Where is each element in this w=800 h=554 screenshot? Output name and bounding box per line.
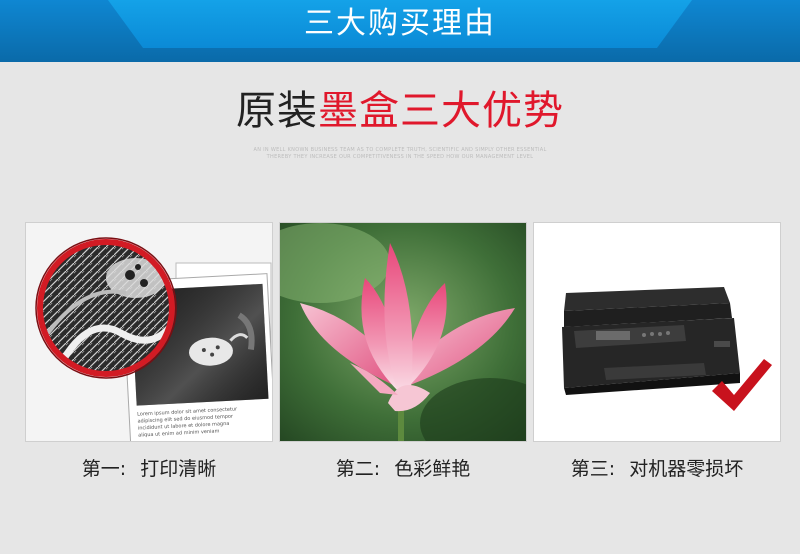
- printer-safe-photo: [533, 222, 781, 442]
- reason-1: 第一: 打印清晰: [25, 455, 273, 483]
- reason-2: 第二: 色彩鲜艳: [279, 455, 527, 483]
- printer-illustration: [534, 223, 780, 441]
- reason-1-text: 打印清晰: [140, 458, 217, 480]
- banner-title: 三大购买理由: [304, 6, 496, 41]
- vivid-color-photo: [279, 222, 527, 442]
- headline: 原装墨盒三大优势: [0, 84, 800, 138]
- headline-black: 原装: [236, 88, 318, 134]
- reason-3-prefix: 第三:: [570, 458, 616, 480]
- fine-print-line-1: AN IN WELL KNOWN BUSINESS TEAM AS TO COM…: [253, 147, 547, 153]
- reason-1-prefix: 第一:: [81, 458, 127, 480]
- lotus-illustration: [280, 223, 526, 441]
- reason-2-text: 色彩鲜艳: [394, 458, 471, 480]
- clear-print-illustration: Lorem ipsum dolor sit amet consectetur a…: [26, 223, 272, 441]
- reason-2-prefix: 第二:: [335, 458, 381, 480]
- headline-red: 墨盒三大优势: [318, 88, 564, 134]
- reason-3-text: 对机器零损坏: [629, 458, 744, 480]
- fine-print-line-2: THEREBY THEY INCREASE OUR COMPETITIVENES…: [266, 154, 534, 160]
- clear-print-photo: Lorem ipsum dolor sit amet consectetur a…: [25, 222, 273, 442]
- fine-print: AN IN WELL KNOWN BUSINESS TEAM AS TO COM…: [250, 147, 550, 161]
- reason-3: 第三: 对机器零损坏: [533, 455, 781, 483]
